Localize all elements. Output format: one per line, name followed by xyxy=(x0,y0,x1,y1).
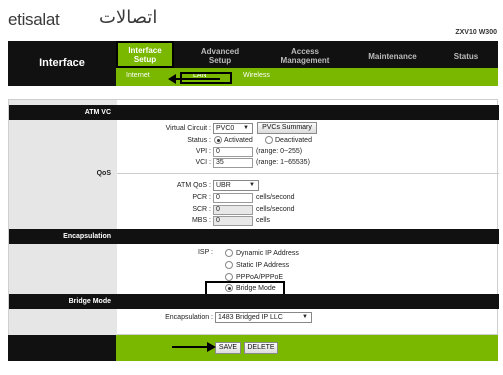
isp-static-ip-label: Static IP Address xyxy=(236,262,290,269)
pcr-label: PCR : xyxy=(192,194,211,201)
section-band-encapsulation xyxy=(117,229,499,244)
encapsulation-label: Encapsulation : xyxy=(165,314,213,321)
divider xyxy=(117,173,499,174)
section-atm-vc: ATM VC xyxy=(9,105,117,120)
encapsulation-select[interactable]: 1483 Bridged IP LLC ▼ xyxy=(215,312,312,323)
subtab-internet[interactable]: Internet xyxy=(126,72,150,79)
status-activated-radio[interactable] xyxy=(214,136,222,144)
chevron-down-icon: ▼ xyxy=(249,182,255,188)
etisalat-logo: etisalat اتصالات xyxy=(8,6,178,30)
vpi-input[interactable]: 0 xyxy=(213,147,253,157)
isp-static-ip-radio[interactable] xyxy=(225,261,233,269)
device-model: ZXV10 W300 xyxy=(455,29,497,36)
vci-label: VCI : xyxy=(195,159,211,166)
isp-pppoa-pppoe-radio[interactable] xyxy=(225,273,233,281)
vci-input[interactable]: 35 xyxy=(213,158,253,168)
vpi-label: VPI : xyxy=(195,148,211,155)
atm-qos-value: UBR xyxy=(216,182,231,189)
section-band-atm-vc xyxy=(117,105,499,120)
settings-panel: ATM VC QoS Virtual Circuit : PVC0 ▼ PVCs… xyxy=(8,99,499,336)
save-button[interactable]: SAVE xyxy=(215,342,241,354)
main-nav: Interface Interface Setup Advanced Setup… xyxy=(8,41,498,86)
scr-unit: cells/second xyxy=(256,206,295,213)
isp-label: ISP : xyxy=(197,249,213,256)
mbs-input[interactable]: 0 xyxy=(213,216,253,226)
isp-pppoa-pppoe-label: PPPoA/PPPoE xyxy=(236,274,284,281)
virtual-circuit-select[interactable]: PVC0 ▼ xyxy=(213,123,253,134)
tab-interface-setup[interactable]: Interface Setup xyxy=(116,41,174,68)
vpi-range: (range: 0~255) xyxy=(256,148,303,155)
subtab-wireless[interactable]: Wireless xyxy=(243,72,270,79)
chevron-down-icon: ▼ xyxy=(243,125,249,131)
tab-access-management[interactable]: Access Management xyxy=(270,44,340,68)
section-bridge-mode: Bridge Mode xyxy=(9,294,117,309)
virtual-circuit-value: PVC0 xyxy=(216,125,235,132)
chevron-down-icon: ▼ xyxy=(302,314,308,320)
isp-dynamic-ip-radio[interactable] xyxy=(225,249,233,257)
atm-qos-label: ATM QoS : xyxy=(176,182,211,189)
logo-text-ar: اتصالات xyxy=(99,7,158,28)
pcr-unit: cells/second xyxy=(256,194,295,201)
tab-maintenance[interactable]: Maintenance xyxy=(360,44,425,68)
status-activated-label: Activated xyxy=(224,137,253,144)
encapsulation-value: 1483 Bridged IP LLC xyxy=(218,314,283,321)
logo-text-en: etisalat xyxy=(8,10,60,29)
delete-button[interactable]: DELETE xyxy=(244,342,278,354)
virtual-circuit-label: Virtual Circuit : xyxy=(165,125,211,132)
annotation-arrow-lan xyxy=(168,74,220,84)
tab-advanced-setup[interactable]: Advanced Setup xyxy=(190,44,250,68)
isp-dynamic-ip-label: Dynamic IP Address xyxy=(236,250,299,257)
pcr-input[interactable]: 0 xyxy=(213,193,253,203)
section-encapsulation: Encapsulation xyxy=(9,229,117,244)
annotation-arrow-save xyxy=(172,346,208,348)
status-label: Status : xyxy=(187,137,211,144)
pvcs-summary-button[interactable]: PVCs Summary xyxy=(257,122,317,134)
status-deactivated-radio[interactable] xyxy=(265,136,273,144)
status-deactivated-label: Deactivated xyxy=(275,137,312,144)
vci-range: (range: 1~65535) xyxy=(256,159,310,166)
nav-section-title: Interface xyxy=(39,57,85,69)
section-qos: QoS xyxy=(96,170,111,177)
scr-label: SCR : xyxy=(192,206,211,213)
tab-status[interactable]: Status xyxy=(441,44,491,68)
annotation-arrowhead-save xyxy=(207,342,216,352)
action-bar-left xyxy=(8,335,116,361)
section-band-bridge-mode xyxy=(117,294,499,309)
atm-qos-select[interactable]: UBR ▼ xyxy=(213,180,259,191)
mbs-label: MBS : xyxy=(191,217,211,224)
mbs-unit: cells xyxy=(256,217,271,224)
scr-input[interactable]: 0 xyxy=(213,205,253,215)
action-bar: SAVE DELETE xyxy=(8,335,498,361)
